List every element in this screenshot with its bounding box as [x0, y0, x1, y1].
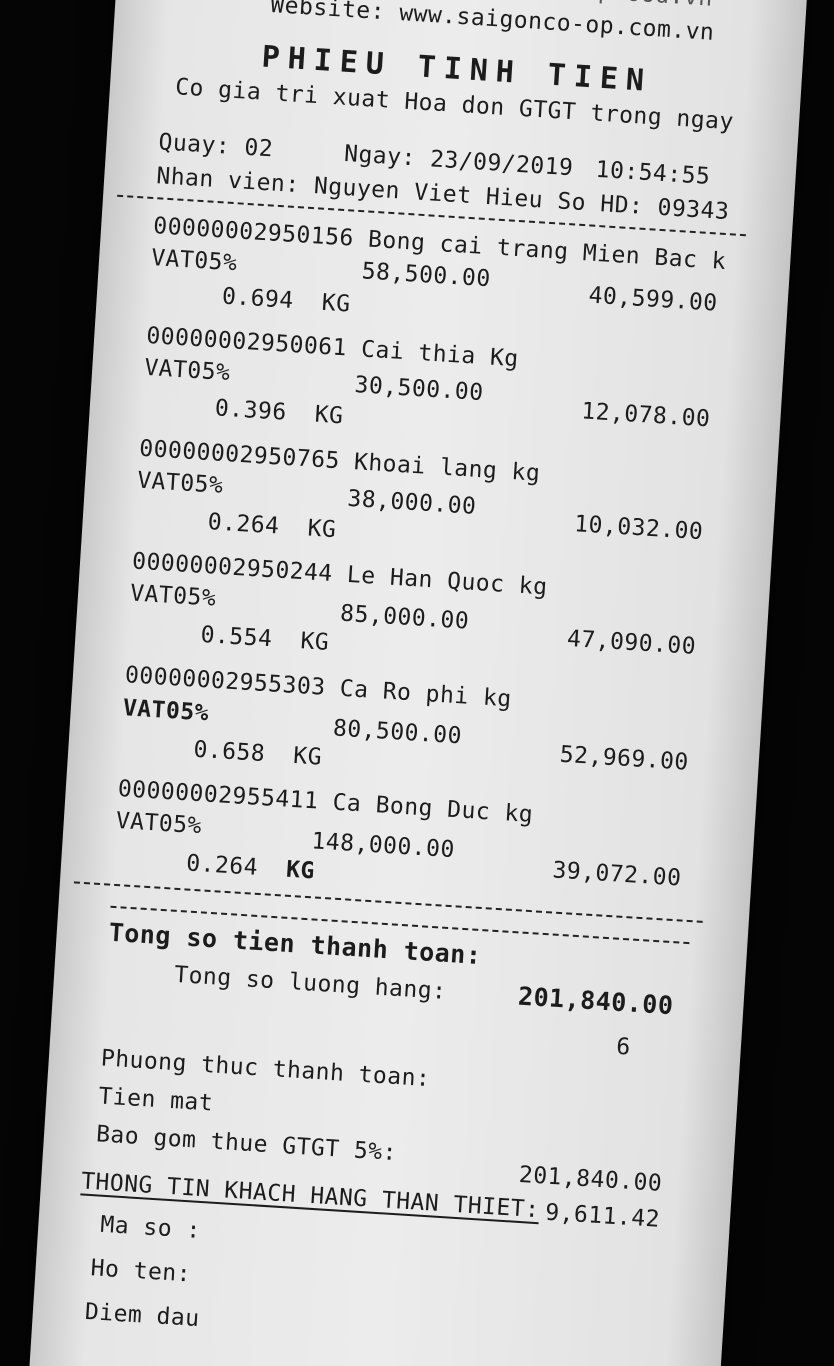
item-unit: KG: [299, 628, 331, 656]
divider-middle: [73, 881, 703, 923]
item-unit-price: 80,500.00: [332, 715, 463, 750]
total-value: 201,840.00: [517, 981, 675, 1021]
dark-background: Email: e.cherpark@coopfood.vn Website: w…: [0, 0, 834, 1366]
item-unit: KG: [292, 742, 323, 771]
item-quantity: 0.694: [221, 283, 295, 314]
receipt-time: 10:54:55: [594, 156, 712, 190]
payment-method: Tien mat: [97, 1083, 214, 1117]
payment-method-label: Phuong thuc thanh toan:: [100, 1045, 432, 1093]
member-name-label: Ho ten:: [89, 1255, 192, 1288]
item-quantity: 0.264: [207, 509, 281, 540]
member-code-label: Ma so :: [99, 1211, 202, 1244]
item-total: 47,090.00: [566, 625, 697, 660]
item-unit: KG: [321, 289, 352, 318]
item-quantity: 0.658: [192, 736, 266, 768]
item-quantity: 0.396: [214, 395, 288, 426]
item-count-label: Tong so luong hang:: [173, 961, 448, 1005]
member-points-label: Diem dau: [84, 1298, 201, 1333]
item-unit-price: 30,500.00: [353, 372, 485, 407]
payment-amount: 201,840.00: [518, 1161, 663, 1197]
item-vat: VAT05%: [150, 245, 239, 277]
vat-label: Bao gom thue GTGT 5%:: [95, 1121, 398, 1167]
item-total: 52,969.00: [558, 741, 690, 776]
item-unit-price: 38,000.00: [346, 485, 478, 520]
item-vat: VAT05%: [143, 354, 232, 387]
receipt-paper: Email: e.cherpark@coopfood.vn Website: w…: [28, 0, 808, 1366]
item-vat: VAT05%: [129, 580, 217, 612]
item-quantity: 0.554: [199, 621, 274, 653]
item-total: 39,072.00: [551, 857, 683, 892]
receipt-date: Ngay: 23/09/2019: [343, 140, 575, 182]
item-vat: VAT05%: [136, 467, 225, 499]
item-vat: VAT05%: [122, 695, 210, 727]
item-total: 12,078.00: [580, 398, 712, 433]
item-quantity: 0.264: [185, 850, 259, 881]
item-unit: KG: [285, 856, 316, 885]
item-unit: KG: [313, 401, 345, 430]
item-unit: KG: [306, 515, 338, 544]
item-total: 40,599.00: [587, 282, 719, 317]
counter-number: Quay: 02: [157, 129, 274, 163]
item-unit-price: 148,000.00: [310, 828, 456, 864]
item-vat: VAT05%: [115, 807, 203, 840]
item-total: 10,032.00: [573, 511, 704, 546]
item-unit-price: 85,000.00: [339, 600, 470, 635]
item-count-value: 6: [615, 1033, 632, 1061]
item-unit-price: 58,500.00: [360, 258, 492, 293]
